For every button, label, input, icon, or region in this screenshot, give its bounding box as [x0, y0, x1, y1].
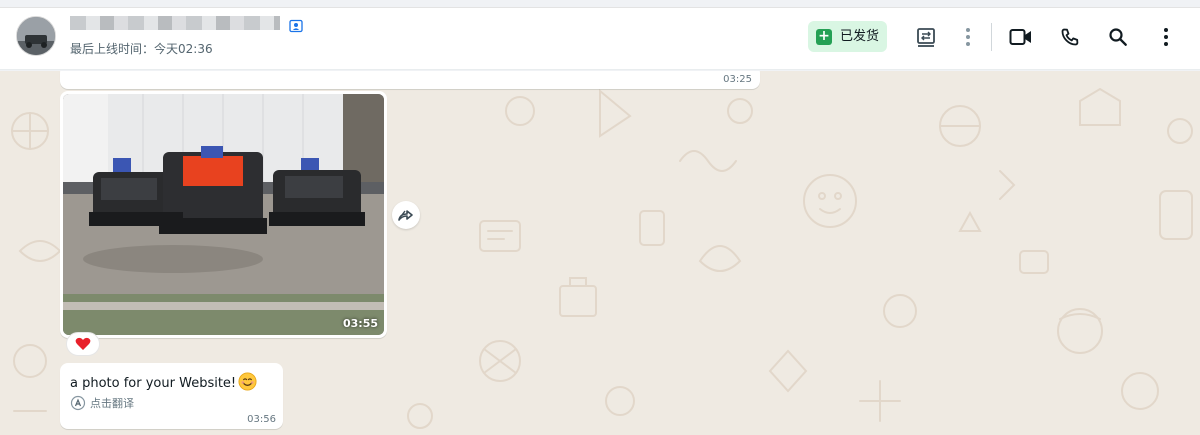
message-text: a photo for your Website!: [70, 372, 257, 391]
translate-label: 点击翻译: [90, 397, 134, 410]
message-bubble[interactable]: 03:25: [60, 71, 760, 89]
photo-robot-mowers: [63, 94, 384, 335]
shipped-label-button[interactable]: + 已发货: [808, 21, 888, 52]
message-time: 03:56: [247, 414, 276, 425]
heart-icon: [75, 337, 91, 350]
menu-icon[interactable]: [1153, 24, 1179, 50]
avatar[interactable]: [16, 16, 56, 56]
last-seen-status: 最后上线时间：今天02:36: [70, 42, 213, 56]
image-message-bubble[interactable]: 03:55: [60, 91, 387, 338]
contact-card-icon[interactable]: [289, 18, 303, 33]
list-swap-icon[interactable]: [913, 24, 939, 50]
contact-name-blurred: [70, 16, 280, 30]
avatar-photo: [17, 17, 55, 55]
plus-icon: +: [816, 29, 832, 45]
forward-icon: [398, 210, 413, 221]
chat-panel: 03:25 03:55 a photo for your Website! 点击…: [0, 71, 1200, 435]
smiling-face-emoji-icon: [238, 372, 257, 391]
text-message-bubble[interactable]: a photo for your Website! 点击翻译 03:56: [60, 363, 283, 429]
message-photo[interactable]: 03:55: [63, 94, 384, 335]
more-vert-icon[interactable]: [955, 24, 981, 50]
photo-time: 03:55: [342, 317, 378, 330]
shipped-label-text: 已发货: [840, 29, 880, 44]
search-icon[interactable]: [1105, 24, 1131, 50]
forward-button[interactable]: [392, 201, 420, 229]
translate-icon: [70, 395, 86, 411]
header-divider: [991, 23, 992, 51]
translate-link[interactable]: 点击翻译: [70, 395, 134, 411]
chat-header: 最后上线时间：今天02:36 + 已发货: [0, 8, 1200, 70]
window-top-edge: [0, 0, 1200, 8]
phone-icon[interactable]: [1057, 24, 1083, 50]
reaction-badge[interactable]: [66, 332, 100, 356]
message-text-content: a photo for your Website!: [70, 376, 237, 391]
message-time: 03:25: [723, 74, 752, 85]
video-call-icon[interactable]: [1008, 24, 1034, 50]
